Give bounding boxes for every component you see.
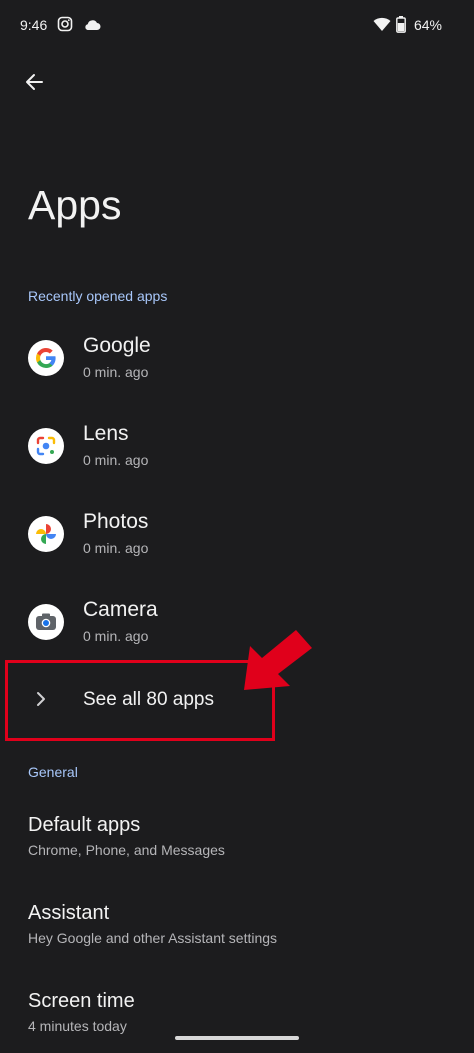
arrow-back-icon xyxy=(24,72,44,97)
assistant-item[interactable]: Assistant Hey Google and other Assistant… xyxy=(0,888,474,966)
item-subtitle: Chrome, Phone, and Messages xyxy=(28,842,225,858)
item-subtitle: 4 minutes today xyxy=(28,1018,127,1034)
google-icon xyxy=(28,340,64,376)
app-last-opened: 0 min. ago xyxy=(83,364,149,380)
status-bar: 9:46 64% xyxy=(0,0,474,50)
app-name: Photos xyxy=(83,510,149,533)
app-name: Lens xyxy=(83,422,129,445)
app-row-lens[interactable]: Lens 0 min. ago xyxy=(0,408,474,488)
app-row-camera[interactable]: Camera 0 min. ago xyxy=(0,584,474,664)
screen-time-item[interactable]: Screen time 4 minutes today xyxy=(0,976,474,1053)
section-header-recent: Recently opened apps xyxy=(28,288,168,304)
status-time: 9:46 xyxy=(20,17,48,33)
battery-icon xyxy=(396,16,406,38)
item-subtitle: Hey Google and other Assistant settings xyxy=(28,930,278,946)
app-last-opened: 0 min. ago xyxy=(83,540,149,556)
item-title: Default apps xyxy=(28,814,141,836)
app-name: Camera xyxy=(83,598,158,621)
instagram-icon xyxy=(57,16,73,37)
app-last-opened: 0 min. ago xyxy=(83,452,149,468)
wifi-icon xyxy=(373,16,391,37)
app-last-opened: 0 min. ago xyxy=(83,628,149,644)
item-title: Assistant xyxy=(28,902,110,924)
highlight-box xyxy=(5,660,275,741)
app-name: Google xyxy=(83,334,151,357)
default-apps-item[interactable]: Default apps Chrome, Phone, and Messages xyxy=(0,800,474,878)
red-arrow-annotation xyxy=(240,628,316,701)
home-indicator[interactable] xyxy=(175,1036,299,1040)
photos-icon xyxy=(28,516,64,552)
lens-icon xyxy=(28,428,64,464)
app-row-photos[interactable]: Photos 0 min. ago xyxy=(0,496,474,576)
page-title: Apps xyxy=(28,182,122,228)
cloud-icon xyxy=(83,18,101,36)
section-header-general: General xyxy=(28,764,78,780)
battery-percent: 64% xyxy=(413,17,442,33)
app-row-google[interactable]: Google 0 min. ago xyxy=(0,320,474,400)
camera-icon xyxy=(28,604,64,640)
item-title: Screen time xyxy=(28,990,135,1012)
back-button[interactable] xyxy=(16,66,52,102)
